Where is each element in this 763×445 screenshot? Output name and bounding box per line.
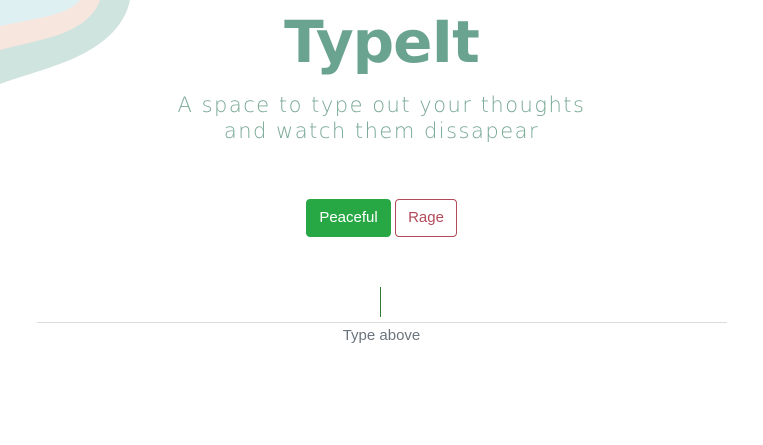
text-caret[interactable] <box>380 287 381 317</box>
mode-button-group: Peaceful Rage <box>0 199 763 237</box>
typing-input-underline[interactable] <box>37 322 727 323</box>
peaceful-mode-button[interactable]: Peaceful <box>306 199 391 237</box>
rage-mode-button[interactable]: Rage <box>395 199 457 237</box>
subtitle-line-1: A space to type out your thoughts <box>177 93 586 117</box>
app-title: TypeIt <box>284 8 480 76</box>
page: TypeIt A space to type out your thoughts… <box>0 0 763 445</box>
typing-hint: Type above <box>342 327 421 344</box>
subtitle-line-2: and watch them dissapear <box>223 119 540 143</box>
app-subtitle: A space to type out your thoughts and wa… <box>0 92 763 144</box>
